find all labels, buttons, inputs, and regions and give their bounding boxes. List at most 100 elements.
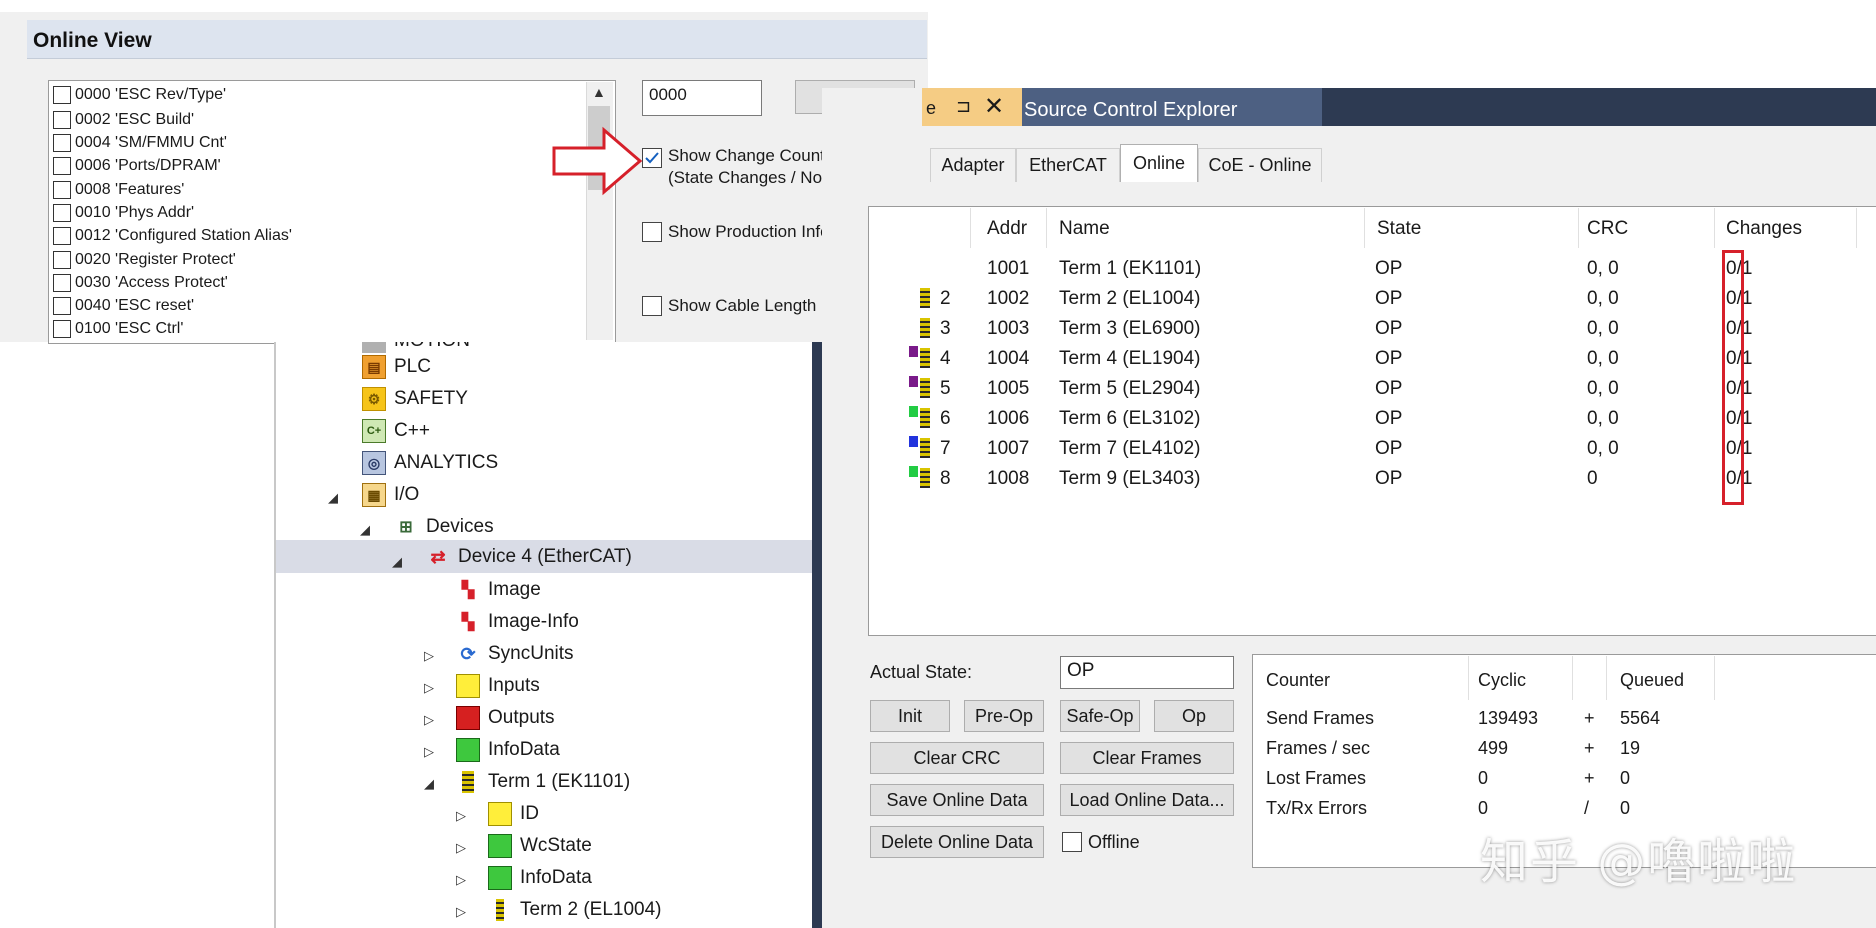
terminal-color-tag [909, 376, 918, 387]
row-addr: 1003 [987, 318, 1030, 339]
column-header-changes[interactable]: Changes [1726, 218, 1802, 240]
register-checkbox[interactable] [53, 296, 71, 315]
expand-syncunits-icon[interactable]: ▷ [424, 648, 434, 664]
register-row[interactable]: 0010 'Phys Addr' [53, 201, 194, 224]
register-checkbox[interactable] [53, 319, 71, 338]
tab-coe-online[interactable]: CoE - Online [1198, 148, 1322, 182]
register-checkbox[interactable] [53, 226, 71, 245]
active-document-tab[interactable] [922, 88, 1022, 126]
tab-ethercat[interactable]: EtherCAT [1016, 148, 1120, 182]
register-row[interactable]: 0002 'ESC Build' [53, 108, 194, 131]
tree-item-image[interactable]: ▚ Image [456, 575, 541, 605]
tree-item-wcstate[interactable]: WcState [488, 831, 592, 861]
register-row[interactable]: 0020 'Register Protect' [53, 248, 236, 271]
counter-operator: + [1584, 708, 1595, 728]
expand-infodata-icon[interactable]: ▷ [424, 744, 434, 760]
register-row[interactable]: 0100 'ESC Ctrl' [53, 317, 183, 340]
register-row[interactable]: 0012 'Configured Station Alias' [53, 224, 292, 247]
outputs-icon [456, 706, 480, 730]
terminal-icon [920, 378, 930, 398]
tree-item-term1[interactable]: Term 1 (EK1101) [456, 767, 630, 797]
tree-item-infodata-term1[interactable]: InfoData [488, 863, 592, 893]
image-info-icon: ▚ [461, 614, 475, 631]
register-checkbox[interactable] [53, 133, 71, 152]
show-cable-length-checkbox[interactable] [642, 296, 662, 316]
collapse-devices-icon[interactable]: ◢ [360, 522, 370, 538]
expand-infodata2-icon[interactable]: ▷ [456, 872, 466, 888]
row-state: OP [1375, 348, 1403, 369]
show-production-info-checkbox[interactable] [642, 222, 662, 242]
column-header-crc[interactable]: CRC [1587, 218, 1628, 240]
expand-wcstate-icon[interactable]: ▷ [456, 840, 466, 856]
column-separator [1046, 208, 1047, 248]
register-address-input[interactable]: 0000 [642, 80, 762, 116]
register-list[interactable]: 0000 'ESC Rev/Type' 0002 'ESC Build' 000… [48, 80, 616, 344]
register-row[interactable]: 0004 'SM/FMMU Cnt' [53, 131, 227, 154]
collapse-device4-icon[interactable]: ◢ [392, 554, 402, 570]
offline-label: Offline [1088, 832, 1140, 852]
register-checkbox[interactable] [53, 203, 71, 222]
show-change-counters-checkbox[interactable] [642, 148, 662, 168]
collapse-io-icon[interactable]: ◢ [328, 490, 338, 506]
register-checkbox[interactable] [53, 85, 71, 104]
scroll-up-icon[interactable]: ▲ [592, 84, 606, 100]
delete-online-data-button[interactable]: Delete Online Data [870, 826, 1044, 858]
tree-item-id[interactable]: ID [488, 799, 539, 829]
register-row[interactable]: 0000 'ESC Rev/Type' [53, 83, 226, 106]
tab-adapter[interactable]: Adapter [930, 148, 1016, 182]
register-row[interactable]: 0008 'Features' [53, 178, 184, 201]
register-checkbox[interactable] [53, 156, 71, 175]
register-checkbox[interactable] [53, 250, 71, 269]
expand-term2-icon[interactable]: ▷ [456, 904, 466, 920]
register-checkbox[interactable] [53, 273, 71, 292]
tree-item-devices[interactable]: ⊞ Devices [394, 512, 493, 542]
tree-item-io[interactable]: ▦ I/O [362, 480, 419, 510]
column-header-name[interactable]: Name [1059, 218, 1110, 240]
cpp-icon: C+ [362, 419, 386, 443]
tree-item-cpp[interactable]: C+ C++ [362, 416, 430, 446]
tree-item-device4-ethercat[interactable]: ⇄ Device 4 (EtherCAT) [426, 542, 631, 572]
tree-item-syncunits[interactable]: ⟳ SyncUnits [456, 639, 573, 669]
op-button[interactable]: Op [1154, 700, 1234, 732]
expand-inputs-icon[interactable]: ▷ [424, 680, 434, 696]
row-name: Term 5 (EL2904) [1059, 378, 1201, 399]
safeop-button[interactable]: Safe-Op [1060, 700, 1140, 732]
pin-icon[interactable]: ⊐ [956, 96, 971, 117]
offline-checkbox[interactable] [1062, 832, 1082, 852]
tree-panel-border [812, 342, 822, 928]
register-row[interactable]: 0030 'Access Protect' [53, 271, 228, 294]
expand-id-icon[interactable]: ▷ [456, 808, 466, 824]
tree-item-term2[interactable]: Term 2 (EL1004) [488, 895, 662, 925]
column-header-state[interactable]: State [1377, 218, 1421, 240]
register-checkbox[interactable] [53, 180, 71, 199]
terminal-color-tag [909, 406, 918, 417]
tree-item-outputs[interactable]: Outputs [456, 703, 555, 733]
clear-crc-button[interactable]: Clear CRC [870, 742, 1044, 774]
register-row[interactable]: 0006 'Ports/DPRAM' [53, 154, 221, 177]
row-number: 2 [940, 288, 951, 309]
close-icon[interactable]: ✕ [984, 92, 1004, 121]
save-online-data-button[interactable]: Save Online Data [870, 784, 1044, 816]
column-header-addr[interactable]: Addr [987, 218, 1027, 240]
load-online-data-button[interactable]: Load Online Data... [1060, 784, 1234, 816]
tree-item-inputs[interactable]: Inputs [456, 671, 540, 701]
tree-item-image-info[interactable]: ▚ Image-Info [456, 607, 579, 637]
row-crc: 0, 0 [1587, 378, 1619, 399]
clear-frames-button[interactable]: Clear Frames [1060, 742, 1234, 774]
register-row[interactable]: 0040 'ESC reset' [53, 294, 194, 317]
tree-item-safety[interactable]: ⚙ SAFETY [362, 384, 468, 414]
tree-item-plc[interactable]: ▤ PLC [362, 352, 431, 382]
actual-state-field: OP [1060, 656, 1234, 689]
tree-item-analytics[interactable]: ◎ ANALYTICS [362, 448, 498, 478]
collapse-term1-icon[interactable]: ◢ [424, 776, 434, 792]
preop-button[interactable]: Pre-Op [964, 700, 1044, 732]
row-addr: 1006 [987, 408, 1030, 429]
register-checkbox[interactable] [53, 110, 71, 129]
counter-operator: + [1584, 738, 1595, 758]
expand-outputs-icon[interactable]: ▷ [424, 712, 434, 728]
init-button[interactable]: Init [870, 700, 950, 732]
devices-icon: ⊞ [399, 519, 413, 536]
tab-online[interactable]: Online [1120, 144, 1198, 182]
tree-item-infodata[interactable]: InfoData [456, 735, 560, 765]
counter-header-cyclic: Cyclic [1478, 670, 1526, 690]
